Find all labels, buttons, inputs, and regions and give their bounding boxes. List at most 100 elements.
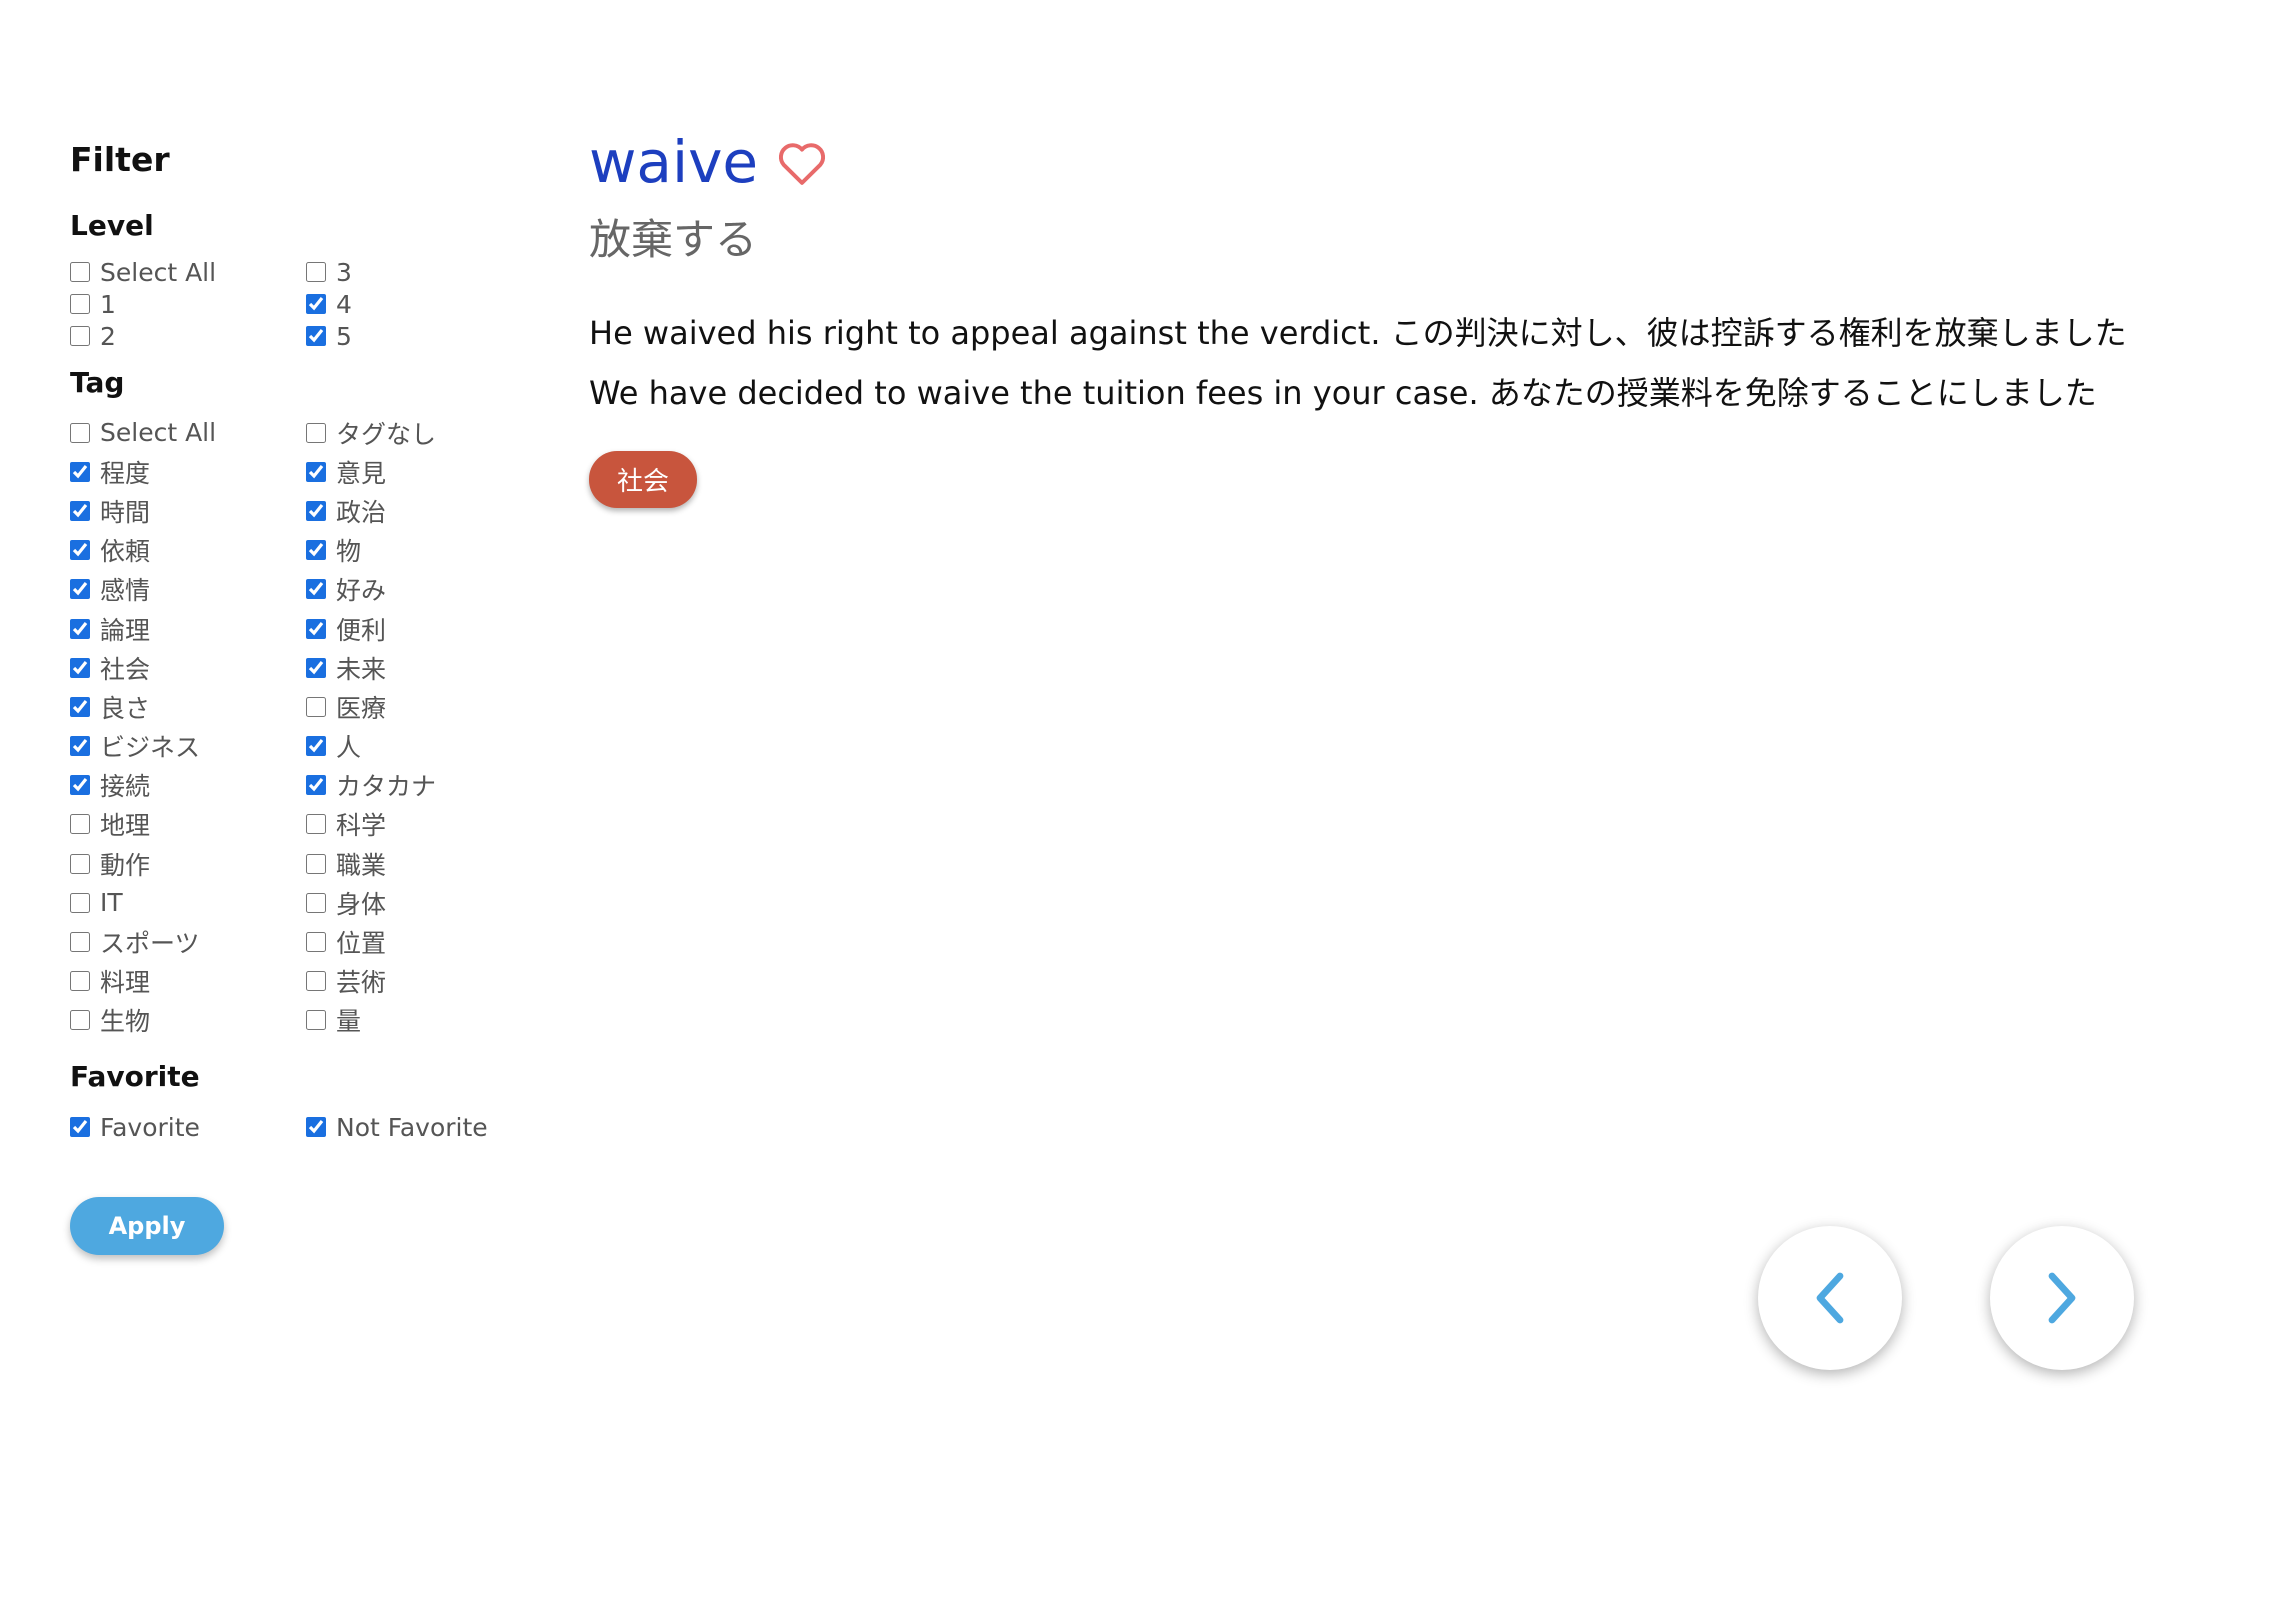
tag-option-it[interactable]: IT (70, 883, 306, 922)
level-checkbox[interactable] (306, 262, 326, 282)
tag-option-item-26[interactable]: スポーツ (70, 922, 306, 961)
tag-option-item-2[interactable]: 程度 (70, 452, 306, 491)
heart-outline-icon[interactable] (776, 140, 828, 190)
tag-checkbox[interactable] (70, 461, 90, 482)
tag-checkbox[interactable] (70, 892, 90, 913)
tag-option-item-25[interactable]: 身体 (306, 883, 542, 922)
tag-checkbox[interactable] (70, 579, 90, 600)
tag-badge[interactable]: 社会 (589, 451, 698, 508)
tag-option-item-17[interactable]: 人 (306, 727, 542, 766)
tag-option-item-19[interactable]: カタカナ (306, 766, 542, 805)
level-option-2[interactable]: 2 (70, 320, 306, 352)
tag-option-item-27[interactable]: 位置 (306, 922, 542, 961)
level-checkbox[interactable] (70, 294, 90, 314)
tag-option-item-31[interactable]: 量 (306, 1001, 542, 1040)
tag-option-item-20[interactable]: 地理 (70, 805, 306, 844)
tag-option-item-29[interactable]: 芸術 (306, 962, 542, 1001)
level-checkbox[interactable] (306, 294, 326, 314)
favorite-option-label: Not Favorite (336, 1112, 488, 1142)
tag-option-item-21[interactable]: 科学 (306, 805, 542, 844)
favorite-option-not-favorite[interactable]: Not Favorite (306, 1107, 542, 1147)
level-checkbox[interactable] (70, 326, 90, 346)
tag-checkbox[interactable] (306, 853, 326, 874)
tag-checkbox[interactable] (70, 971, 90, 992)
tag-checkbox[interactable] (306, 696, 326, 717)
tag-option-item-9[interactable]: 好み (306, 570, 542, 609)
tag-checkbox[interactable] (306, 892, 326, 913)
tag-option-item-12[interactable]: 社会 (70, 648, 306, 687)
tag-option-item-11[interactable]: 便利 (306, 609, 542, 648)
tag-option-select-all[interactable]: Select All (70, 413, 306, 452)
tag-option-item-3[interactable]: 意見 (306, 452, 542, 491)
level-checkbox[interactable] (306, 326, 326, 346)
tag-checkbox[interactable] (70, 853, 90, 874)
tag-option-item-18[interactable]: 接続 (70, 766, 306, 805)
tag-option-label: 依頼 (100, 537, 151, 567)
tag-checkbox[interactable] (70, 540, 90, 561)
tag-checkbox[interactable] (70, 814, 90, 835)
level-option-3[interactable]: 3 (306, 256, 542, 288)
level-option-select-all[interactable]: Select All (70, 256, 306, 288)
tag-section-title: Tag (70, 366, 125, 399)
tag-option-label: タグなし (336, 419, 437, 449)
tag-option-item-22[interactable]: 動作 (70, 844, 306, 883)
level-option-1[interactable]: 1 (70, 288, 306, 320)
tag-checkbox[interactable] (306, 540, 326, 561)
favorite-checkbox[interactable] (306, 1117, 326, 1137)
tag-option-item-15[interactable]: 医療 (306, 687, 542, 726)
tag-checkbox[interactable] (306, 775, 326, 796)
tag-option-label: 医療 (336, 693, 387, 723)
level-option-5[interactable]: 5 (306, 320, 542, 352)
filter-sidebar: Filter Level Select All 3 1 4 2 5 Tag Select … (70, 140, 540, 1255)
level-section-title: Level (70, 209, 154, 242)
tag-option-item-5[interactable]: 政治 (306, 491, 542, 530)
tag-checkbox[interactable] (306, 579, 326, 600)
tag-checkbox[interactable] (306, 618, 326, 639)
tag-checkbox[interactable] (70, 736, 90, 757)
tag-checkbox[interactable] (306, 422, 326, 443)
tag-checkbox[interactable] (70, 696, 90, 717)
tag-option-label: 量 (336, 1007, 362, 1037)
tag-option-item-30[interactable]: 生物 (70, 1001, 306, 1040)
apply-button[interactable]: Apply (70, 1197, 224, 1255)
next-button[interactable] (1990, 1226, 2134, 1370)
tag-checkbox[interactable] (306, 500, 326, 521)
favorite-option-favorite[interactable]: Favorite (70, 1107, 306, 1147)
tag-checkbox[interactable] (306, 657, 326, 678)
tag-option-item-8[interactable]: 感情 (70, 570, 306, 609)
favorite-checkbox[interactable] (70, 1117, 90, 1137)
level-option-label: 1 (100, 289, 116, 319)
tag-checkbox[interactable] (306, 736, 326, 757)
tag-option-item-1[interactable]: タグなし (306, 413, 542, 452)
tag-checkbox[interactable] (70, 500, 90, 521)
tag-checkbox[interactable] (306, 932, 326, 953)
tag-checkbox[interactable] (70, 618, 90, 639)
tag-option-item-4[interactable]: 時間 (70, 491, 306, 530)
chevron-right-icon (2048, 1272, 2076, 1324)
level-option-4[interactable]: 4 (306, 288, 542, 320)
tag-checkbox[interactable] (70, 657, 90, 678)
tag-option-item-13[interactable]: 未来 (306, 648, 542, 687)
tag-option-item-23[interactable]: 職業 (306, 844, 542, 883)
tag-checkbox[interactable] (306, 814, 326, 835)
tag-checkbox[interactable] (70, 775, 90, 796)
tag-option-label: 時間 (100, 497, 151, 527)
tag-option-item-16[interactable]: ビジネス (70, 727, 306, 766)
favorite-option-label: Favorite (100, 1112, 200, 1142)
tag-checkbox[interactable] (70, 932, 90, 953)
tag-checkbox[interactable] (306, 1010, 326, 1031)
level-checkbox[interactable] (70, 262, 90, 282)
tag-option-item-7[interactable]: 物 (306, 531, 542, 570)
level-option-label: 3 (336, 257, 352, 287)
tag-checkbox[interactable] (70, 1010, 90, 1031)
filter-title: Filter (70, 140, 170, 179)
tag-option-item-10[interactable]: 論理 (70, 609, 306, 648)
tag-checkbox[interactable] (306, 461, 326, 482)
tag-option-item-14[interactable]: 良さ (70, 687, 306, 726)
tag-option-item-28[interactable]: 料理 (70, 962, 306, 1001)
tag-checkbox[interactable] (70, 422, 90, 443)
tag-checkbox[interactable] (306, 971, 326, 992)
previous-button[interactable] (1758, 1226, 1902, 1370)
tag-option-label: 生物 (100, 1007, 151, 1037)
tag-option-item-6[interactable]: 依頼 (70, 531, 306, 570)
